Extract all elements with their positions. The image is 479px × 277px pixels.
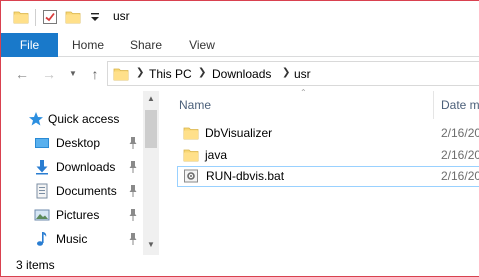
title-bar: usr — [1, 1, 479, 33]
star-icon — [29, 112, 43, 126]
nav-item-pictures[interactable]: Pictures — [1, 204, 141, 226]
file-date-modified: 2/16/20 — [441, 169, 479, 183]
status-bar: 3 items — [1, 255, 479, 276]
pin-icon[interactable] — [128, 160, 138, 174]
navigation-pane: Quick access Desktop Downloads Documents… — [1, 91, 159, 255]
documents-icon — [36, 183, 48, 199]
nav-pane-scrollbar[interactable]: ▲ ▼ — [143, 91, 159, 255]
navigation-bar: ← → ▼ ↑ ❯ This PC ❯ Downloads ❯ usr — [1, 58, 479, 91]
batch-file-gear-icon — [184, 169, 198, 183]
download-arrow-icon — [36, 160, 48, 175]
forward-arrow-icon[interactable]: → — [41, 66, 57, 82]
nav-item-label: Documents — [56, 184, 117, 198]
nav-item-label: Quick access — [48, 112, 120, 126]
folder-icon[interactable] — [13, 9, 29, 25]
folder-icon — [113, 68, 129, 81]
file-row-run-dbvis-bat[interactable]: RUN-dbvis.bat 2/16/20 — [177, 166, 479, 187]
nav-item-downloads[interactable]: Downloads — [1, 156, 141, 178]
file-date-modified: 2/16/20 — [441, 126, 479, 140]
file-row-java[interactable]: java 2/16/20 — [177, 145, 479, 166]
properties-checkmark-icon[interactable] — [42, 9, 58, 25]
column-header-name[interactable]: Name — [179, 98, 211, 112]
nav-item-music[interactable]: Music — [1, 228, 141, 250]
explorer-window: usr File Home Share View ← → ▼ ↑ ❯ This … — [0, 0, 479, 277]
folder-icon — [183, 149, 199, 162]
chevron-right-icon[interactable]: ❯ — [282, 67, 290, 78]
item-count: 3 items — [16, 258, 55, 272]
ribbon-tabs: File Home Share View — [1, 33, 479, 57]
file-date-modified: 2/16/20 — [441, 148, 479, 162]
breadcrumb-downloads[interactable]: Downloads — [212, 67, 271, 81]
chevron-right-icon[interactable]: ❯ — [198, 67, 206, 78]
nav-item-label: Music — [56, 232, 88, 246]
scroll-down-arrow-icon[interactable]: ▼ — [143, 237, 159, 253]
pin-icon[interactable] — [128, 184, 138, 198]
back-arrow-icon[interactable]: ← — [14, 66, 30, 82]
file-list: Name ⌃ Date m DbVisualizer 2/16/20 java … — [161, 88, 479, 255]
new-folder-icon[interactable] — [65, 9, 81, 25]
recent-locations-chevron-icon[interactable]: ▼ — [65, 66, 81, 82]
address-bar[interactable]: ❯ This PC ❯ Downloads ❯ usr — [107, 61, 479, 86]
nav-item-label: Downloads — [56, 160, 116, 174]
desktop-icon — [35, 138, 49, 148]
breadcrumb-this-pc[interactable]: This PC — [149, 67, 192, 81]
tab-share[interactable]: Share — [119, 33, 173, 57]
customize-dropdown-icon[interactable] — [87, 9, 103, 25]
file-name: java — [205, 148, 228, 162]
file-name: RUN-dbvis.bat — [206, 169, 285, 183]
folder-icon — [183, 127, 199, 140]
toolbar-separator — [35, 9, 36, 26]
scroll-up-arrow-icon[interactable]: ▲ — [143, 91, 159, 107]
tab-file[interactable]: File — [1, 33, 58, 57]
music-note-icon — [37, 232, 47, 246]
window-title: usr — [113, 9, 130, 23]
nav-item-label: Pictures — [56, 208, 100, 222]
nav-item-documents[interactable]: Documents — [1, 180, 141, 202]
column-header-date-modified[interactable]: Date m — [441, 98, 479, 112]
chevron-right-icon[interactable]: ❯ — [136, 67, 144, 78]
nav-item-quick-access[interactable]: Quick access — [1, 108, 141, 130]
pin-icon[interactable] — [128, 136, 138, 150]
nav-item-desktop[interactable]: Desktop — [1, 132, 141, 154]
sort-ascending-icon: ⌃ — [300, 88, 307, 97]
scrollbar-thumb[interactable] — [145, 110, 157, 148]
pictures-icon — [34, 209, 50, 221]
up-arrow-icon[interactable]: ↑ — [87, 66, 103, 82]
nav-item-label: Desktop — [56, 136, 101, 150]
file-row-dbvisualizer[interactable]: DbVisualizer 2/16/20 — [177, 123, 479, 144]
file-name: DbVisualizer — [205, 126, 273, 140]
tab-view[interactable]: View — [175, 33, 229, 57]
pin-icon[interactable] — [128, 208, 138, 222]
pin-icon[interactable] — [128, 232, 138, 246]
breadcrumb-usr[interactable]: usr — [294, 67, 311, 81]
tab-home[interactable]: Home — [61, 33, 115, 57]
column-divider[interactable] — [433, 91, 434, 119]
